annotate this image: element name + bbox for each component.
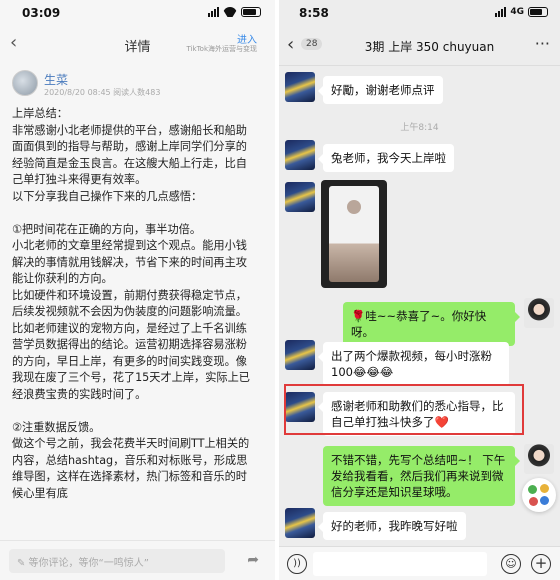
message-line: 100😂😂😂 — [331, 365, 394, 379]
wifi-icon — [223, 7, 237, 17]
article-panel: 03:09 ‹ 详情 进入 TikTok海外运营与变现 生菜 2020/8/20… — [0, 0, 275, 580]
status-bar: 8:58 4G — [279, 0, 560, 26]
back-icon[interactable]: ‹ — [287, 34, 294, 55]
sender-avatar[interactable] — [285, 182, 315, 212]
article-line: 经浪费宝贵的实践时间了。 — [12, 387, 147, 401]
my-avatar[interactable] — [524, 298, 554, 328]
status-icons — [208, 7, 261, 17]
chat-header: ‹ 28 3期 上岸 350 chuyuan ··· — [279, 26, 560, 66]
chat-timestamp: 上午8:14 — [400, 123, 439, 133]
plus-icon[interactable]: + — [531, 554, 551, 574]
author-block: 生菜 2020/8/20 08:45 阅读人数483 — [12, 70, 262, 100]
signal-icon — [495, 7, 507, 17]
voice-icon[interactable]: )) — [287, 554, 307, 574]
article-line — [12, 205, 266, 222]
chat-message-outgoing: 🌹哇~~恭喜了~。你好快呀。 — [343, 302, 520, 346]
article-line: 以下分享我自己操作下来的几点感悟： — [12, 189, 203, 203]
article-line: 维导图，这样在选择素材，热门标签和音乐的时 — [12, 470, 247, 483]
join-subtitle[interactable]: TikTok海外运营与变现 — [187, 44, 257, 54]
more-icon[interactable]: ··· — [535, 34, 550, 53]
article-line — [12, 403, 266, 420]
share-icon[interactable]: ➦ — [247, 552, 259, 568]
chat-message: 好的老师，我昨晚写好啦 — [318, 512, 466, 540]
article-line: 的方向，早日上岸，有更多的时间实践变现。像 — [12, 354, 247, 368]
article-nav: ‹ 详情 进入 TikTok海外运营与变现 — [0, 26, 275, 62]
article-line: 上岸总结： — [12, 107, 68, 120]
article-line: 营学员数据得出的结论。运营初期选择容易涨粉 — [12, 338, 247, 351]
article-line: 比如老师建议的宠物方向，是经过了上千名训练 — [12, 321, 247, 335]
article-line: 候心里有底 — [12, 486, 68, 500]
signal-icon — [208, 7, 219, 17]
article-line: 做这个号之前，我会花费半天时间刷TT上相关的 — [12, 437, 250, 450]
emoji-icon[interactable]: ☺ — [501, 554, 521, 574]
message-line: 发给我看看，然后我们再来说到微 — [331, 469, 504, 483]
status-time: 03:09 — [22, 6, 61, 20]
message-line: 出了两个爆款视频，每小时涨粉 — [331, 349, 492, 363]
battery-icon — [241, 7, 261, 17]
network-label: 4G — [510, 7, 524, 17]
screenshot-composite: 03:09 ‹ 详情 进入 TikTok海外运营与变现 生菜 2020/8/20… — [0, 0, 560, 580]
article-line: 己单打独斗来得更有效率。 — [12, 173, 147, 186]
article-line: 内容，总结hashtag，音乐和对标账号，形成思 — [12, 453, 248, 467]
sender-avatar[interactable] — [285, 340, 315, 370]
post-meta: 2020/8/20 08:45 阅读人数483 — [44, 88, 161, 97]
sender-avatar[interactable] — [285, 140, 315, 170]
comment-input[interactable]: ✎ 等你评论，等你“一鸣惊人” — [9, 549, 225, 573]
chat-title: 3期 上岸 350 chuyuan — [364, 40, 495, 54]
article-line: 后续发视频就不会因为伪装度的问题影响流量。 — [12, 305, 247, 318]
status-time: 8:58 — [299, 6, 329, 20]
image-message[interactable] — [321, 180, 387, 288]
status-bar: 03:09 — [0, 0, 275, 26]
article-line: 非常感谢小北老师提供的平台，感谢船长和船助 — [12, 123, 247, 137]
sender-avatar[interactable] — [285, 508, 315, 538]
message-line: 信分享还是知识星球哦。 — [331, 485, 458, 499]
message-line: 不错不错，先写个总结吧~！ 下午 — [331, 453, 506, 467]
article-line: ②注重数据反馈。 — [12, 420, 101, 434]
sender-avatar[interactable] — [285, 72, 315, 102]
article-body: 上岸总结： 非常感谢小北老师提供的平台，感谢船长和船助 面面俱到的指导与帮助，感谢上… — [12, 106, 266, 502]
article-line: 比如硬件和环境设置，前期付费获得稳定节点， — [12, 288, 247, 302]
chat-input-bar: )) ☺ + — [279, 546, 560, 580]
status-icons: 4G — [495, 7, 548, 17]
chat-message: 兔老师，我今天上岸啦 — [318, 144, 454, 172]
author-avatar[interactable] — [12, 70, 38, 96]
article-line: 小北老师的文章里经常提到这个观点。能用小钱 — [12, 239, 247, 252]
article-line: 能让你获利的方向。 — [12, 272, 113, 285]
article-line: 经验简直是金玉良言。在这艘大船上行走，比自 — [12, 156, 247, 170]
article-line: ①把时间花在正确的方向，事半功倍。 — [12, 222, 202, 236]
unread-badge: 28 — [301, 38, 323, 50]
article-line: 我现在废了三个号，花了15天才上岸，实际上已 — [12, 371, 250, 384]
battery-icon — [528, 7, 548, 17]
article-line: 面面俱到的指导与帮助，感谢上岸同学们分享的 — [12, 140, 247, 153]
comment-bar: ✎ 等你评论，等你“一鸣惊人” ➦ — [0, 540, 275, 580]
chat-message: 好勵，谢谢老师点评 — [318, 76, 443, 104]
my-avatar[interactable] — [524, 444, 554, 474]
article-line: 解决的事情就用钱解决，节省下来的时间再主攻 — [12, 255, 247, 269]
chat-panel: 8:58 4G ‹ 28 3期 上岸 350 chuyuan ··· 好勵，谢谢… — [279, 0, 560, 580]
floating-app-button[interactable] — [522, 478, 556, 512]
author-name[interactable]: 生菜 — [44, 71, 68, 88]
profile-photo-thumbnail — [347, 200, 361, 214]
chat-message: 出了两个爆款视频，每小时涨粉 100😂😂😂 — [318, 342, 509, 386]
message-input[interactable] — [313, 552, 487, 576]
highlight-box — [284, 384, 524, 435]
chat-message-outgoing: 不错不错，先写个总结吧~！ 下午 发给我看看，然后我们再来说到微 信分享还是知识… — [323, 446, 520, 506]
